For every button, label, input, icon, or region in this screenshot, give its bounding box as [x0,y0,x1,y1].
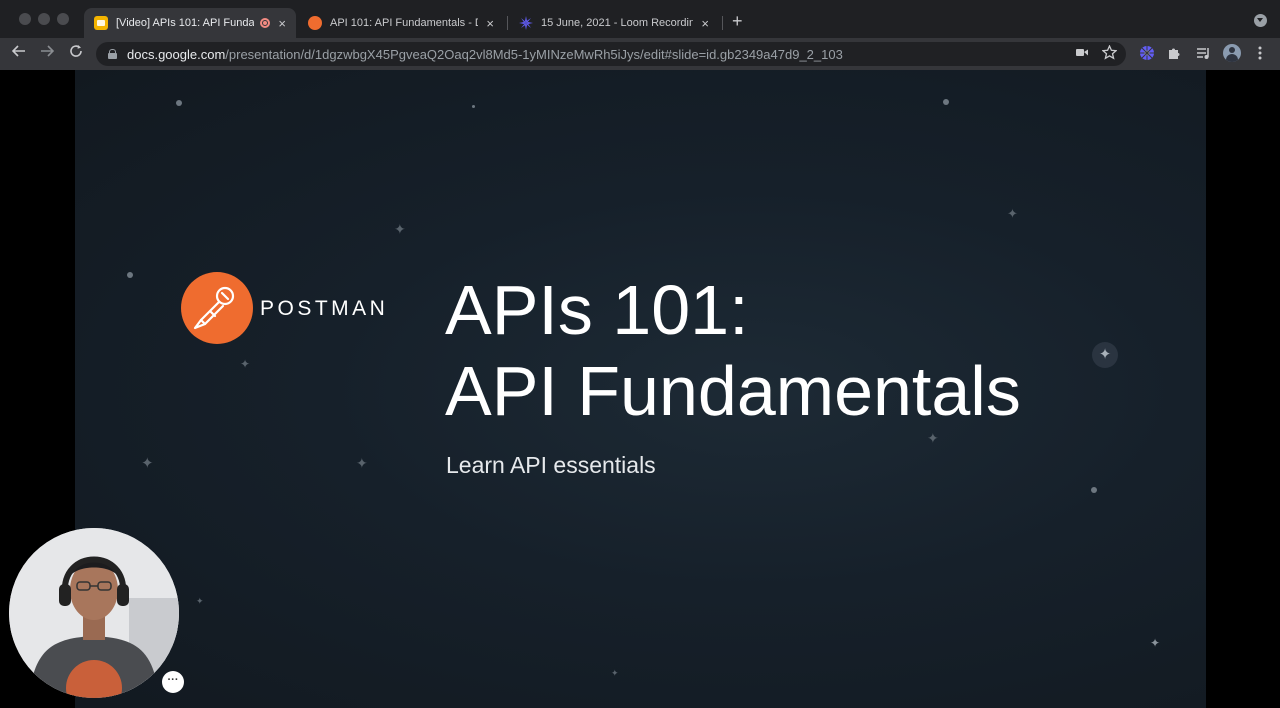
star-dot [176,100,182,106]
presenter-video [9,528,179,698]
sparkle-icon: ✦ [927,430,939,446]
tab-search-button[interactable] [1254,14,1267,27]
sparkle-icon: ✦ [394,221,406,237]
tab-close-button[interactable]: × [701,16,709,31]
page-content: ✦ ✦ ✦ ✦ ✦ ✦ ✦ ✦ ✦ ✦ POSTMAN APIs 101: AP… [0,70,1280,708]
loom-icon [519,16,533,30]
extensions-puzzle-icon[interactable] [1167,45,1183,61]
star-dot [943,99,949,105]
postman-logo-icon [181,272,253,344]
tab-video-apis-101[interactable]: [Video] APIs 101: API Fundamentals × [84,8,296,38]
tab-close-button[interactable]: × [278,16,286,31]
new-tab-button[interactable]: + [732,11,743,32]
loom-extension-icon[interactable] [1139,45,1155,61]
sparkle-badge-icon: ✦ [1092,342,1118,368]
webcam-options-button[interactable]: ··· [162,671,184,693]
tab-loom-recording[interactable]: 15 June, 2021 - Loom Recording × [509,8,719,38]
window-zoom-button[interactable] [57,13,69,25]
recording-icon [260,18,271,28]
tab-separator [507,16,508,30]
slide-title-line-2: API Fundamentals [445,352,1021,430]
bookmark-star-icon[interactable] [1101,44,1118,63]
reload-icon [70,45,82,57]
tab-strip: [Video] APIs 101: API Fundamentals × API… [0,0,1280,38]
browser-toolbar: docs.google.com/presentation/d/1dgzwbgX4… [0,38,1280,70]
postman-wordmark: POSTMAN [260,297,389,320]
presentation-slide: ✦ ✦ ✦ ✦ ✦ ✦ ✦ ✦ ✦ ✦ POSTMAN APIs 101: AP… [75,70,1206,708]
tab-api-101-doc[interactable]: API 101: API Fundamentals - Do × [298,8,504,38]
slide-subtitle: Learn API essentials [446,452,656,478]
tab-separator [722,16,723,30]
media-queue-icon[interactable] [1196,45,1212,61]
tab-title: [Video] APIs 101: API Fundamentals [116,17,255,29]
window-close-button[interactable] [19,13,31,25]
sparkle-icon: ✦ [196,596,204,606]
webcam-bubble[interactable] [9,528,179,698]
kebab-menu-icon[interactable] [1258,45,1262,64]
tab-title: 15 June, 2021 - Loom Recording [541,17,694,29]
star-dot [1091,487,1097,493]
slide-title-line-1: APIs 101: [445,271,749,349]
url-host: docs.google.com [127,46,226,62]
tab-title: API 101: API Fundamentals - Do [330,17,479,29]
sparkle-icon: ✦ [240,357,251,371]
sparkle-icon: ✦ [1150,636,1161,650]
star-dot [127,272,133,278]
reload-button[interactable] [69,44,83,62]
address-bar[interactable]: docs.google.com/presentation/d/1dgzwbgX4… [96,42,1126,66]
window-minimize-button[interactable] [38,13,50,25]
url-path: /presentation/d/1dgzwbgX45PgveaQ2Oaq2vl8… [225,46,843,62]
postman-icon [308,16,322,30]
forward-button[interactable] [40,44,55,62]
sparkle-icon: ✦ [356,455,368,471]
slides-icon [94,16,108,30]
camera-icon[interactable] [1075,45,1089,62]
sparkle-icon: ✦ [1007,206,1018,221]
star-dot [472,105,475,108]
profile-avatar[interactable] [1223,44,1241,62]
lock-icon [108,49,117,59]
tab-close-button[interactable]: × [486,16,494,31]
arrow-left-icon [11,45,25,57]
back-button[interactable] [11,44,26,62]
sparkle-icon: ✦ [611,668,619,678]
sparkle-icon: ✦ [141,455,154,472]
arrow-right-icon [41,45,55,57]
